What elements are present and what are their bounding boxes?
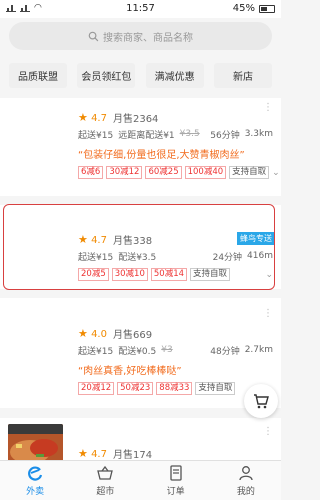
star-icon: ★: [78, 110, 88, 124]
promo-tag: 60减25: [145, 166, 182, 179]
rating: 4.0: [91, 328, 107, 340]
review-quote: “肉丝真香,好吃棒棒哒”: [78, 366, 182, 377]
promo-tag: 30减12: [106, 166, 143, 179]
promo-tag: 88减33: [156, 382, 193, 395]
delivery-row: 起送¥15 配送¥0.5 ¥3 48分钟 2.7km: [78, 344, 273, 357]
distance: 2.7km: [244, 345, 273, 355]
tab-orders[interactable]: 订单: [141, 461, 211, 500]
search-placeholder: 搜索商家、商品名称: [103, 32, 193, 44]
tab-label: 超市: [96, 487, 115, 497]
filter-chips: 品质联盟 会员领红包 满减优惠 新店: [9, 63, 272, 88]
monthly-sales: 月售669: [112, 329, 153, 341]
promo-tag: 20减12: [78, 382, 115, 395]
min-order: 起送¥15: [78, 346, 114, 357]
chip-new-store[interactable]: 新店: [213, 63, 272, 88]
tab-label: 外卖: [26, 487, 45, 497]
chevron-down-icon[interactable]: ⌄: [272, 168, 280, 178]
delivery-row: 起送¥15 远距离配送¥1 ¥3.5 56分钟 3.3km: [78, 128, 273, 141]
battery-percent: 45%: [232, 3, 255, 14]
store-card[interactable]: ★ 4.7 月售2364 起送¥15 远距离配送¥1 ¥3.5 56分钟 3.3…: [0, 98, 281, 196]
more-icon[interactable]: ⋮: [263, 426, 273, 437]
eleme-icon: [28, 466, 43, 481]
promo-tag: 50减23: [117, 382, 154, 395]
promo-tags: 6减6 30减12 60减25 100减40 支持自取 ⌄: [78, 166, 280, 179]
chip-member-redpacket[interactable]: 会员领红包: [77, 63, 136, 88]
bottom-tab-bar: 外卖 超市 订单 我的: [0, 460, 281, 500]
rating: 4.7: [91, 112, 107, 124]
order-icon: [169, 465, 182, 481]
cart-button[interactable]: [244, 384, 278, 418]
monthly-sales: 月售174: [112, 449, 153, 461]
delivery-fee: 远距离配送¥1: [118, 130, 175, 141]
promo-tag: 100减40: [184, 166, 227, 179]
rating-row: ★ 4.7 月售2364: [78, 110, 273, 125]
delivery-fee: 配送¥0.5: [118, 346, 157, 357]
tab-profile[interactable]: 我的: [211, 461, 281, 500]
distance: 3.3km: [244, 129, 273, 139]
chip-discount[interactable]: 满减优惠: [145, 63, 204, 88]
pickup-tag: 支持自取: [229, 166, 270, 179]
star-icon: ★: [78, 326, 88, 340]
promo-tags: 20减12 50减23 88减33 支持自取 ⌄: [78, 382, 273, 395]
pickup-tag: 支持自取: [195, 382, 236, 395]
tab-takeout[interactable]: 外卖: [0, 461, 70, 500]
store-card[interactable]: ★ 4.0 月售669 起送¥15 配送¥0.5 ¥3 48分钟 2.7km “…: [0, 298, 281, 408]
rating-row: ★ 4.7 月售174: [78, 446, 273, 461]
tab-label: 订单: [166, 487, 185, 497]
basket-icon: [97, 465, 114, 480]
review-quote: “包装仔细,份量也很足,大赞青椒肉丝”: [78, 150, 245, 161]
monthly-sales: 月售2364: [112, 113, 159, 125]
battery-icon: [259, 4, 275, 13]
user-icon: [239, 466, 253, 481]
cart-icon: [254, 394, 269, 409]
chip-quality[interactable]: 品质联盟: [9, 63, 67, 88]
original-fee: ¥3: [161, 345, 173, 355]
tab-supermarket[interactable]: 超市: [70, 461, 140, 500]
delivery-time: 56分钟: [210, 130, 240, 141]
more-icon[interactable]: ⋮: [263, 308, 273, 319]
tab-label: 我的: [236, 487, 255, 497]
selection-highlight: [3, 204, 275, 290]
search-bar[interactable]: 搜索商家、商品名称: [9, 22, 272, 50]
original-fee: ¥3.5: [179, 129, 200, 139]
search-icon: [88, 31, 99, 41]
rating-row: ★ 4.0 月售669: [78, 326, 273, 341]
promo-tag: 6减6: [78, 166, 104, 179]
rating: 4.7: [91, 448, 107, 460]
star-icon: ★: [78, 446, 88, 460]
more-icon[interactable]: ⋮: [263, 102, 273, 113]
min-order: 起送¥15: [78, 130, 114, 141]
delivery-time: 48分钟: [210, 346, 240, 357]
status-bar: ◠ 11:57 45%: [0, 0, 281, 18]
battery-indicator: 45%: [233, 3, 275, 14]
